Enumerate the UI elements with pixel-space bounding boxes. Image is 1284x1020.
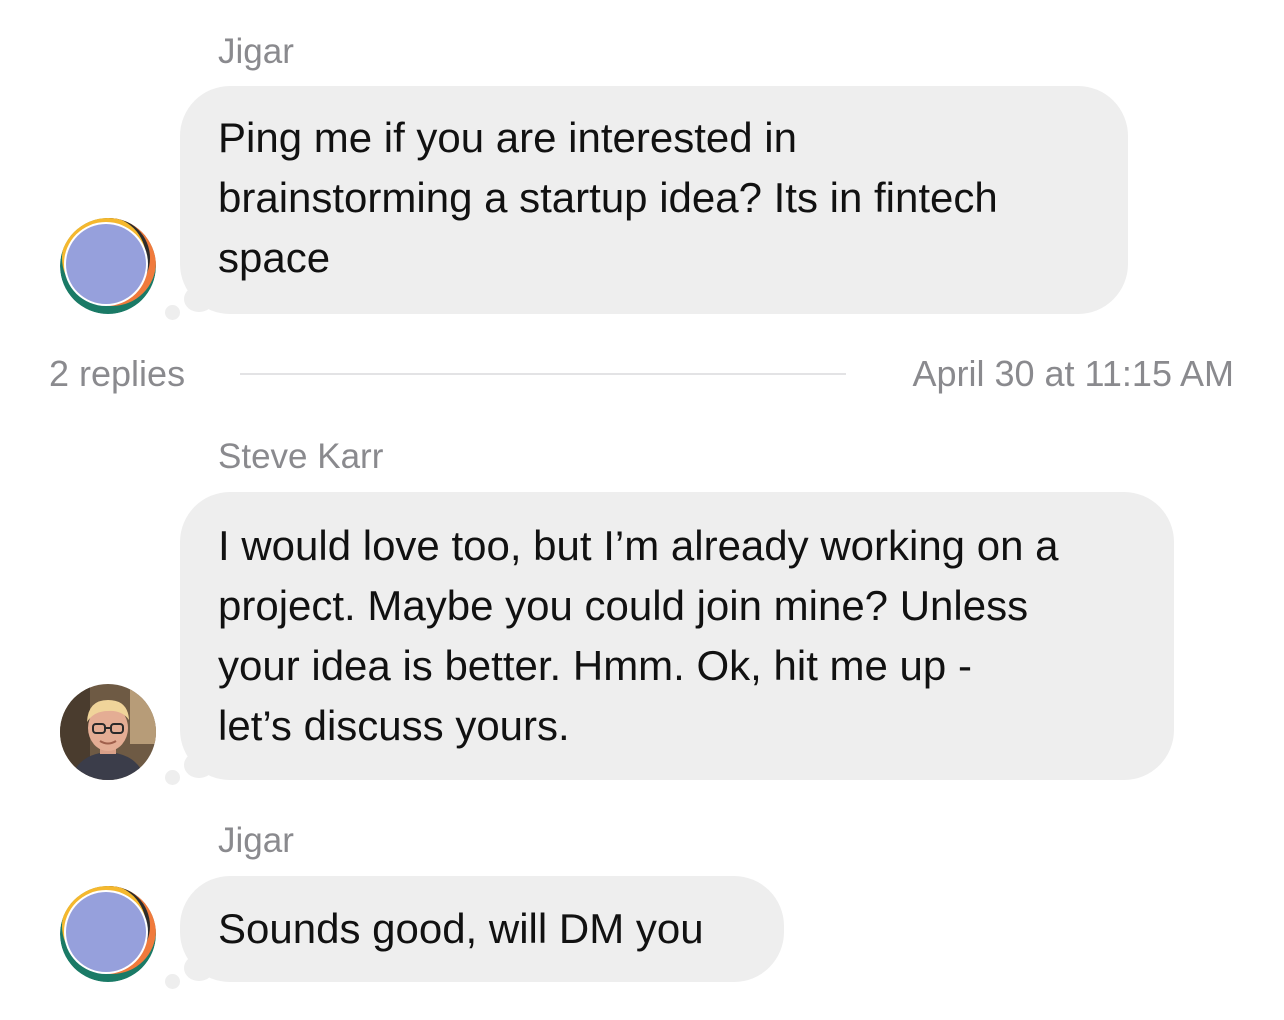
avatar-steve-karr[interactable] (60, 684, 156, 780)
bubble-tail (184, 286, 214, 312)
bubble-tail (184, 955, 214, 981)
bubble-tail-dot (165, 305, 180, 320)
abstract-color-avatar-icon (60, 886, 156, 982)
bubble-tail-dot (165, 770, 180, 785)
message-bubble[interactable]: Ping me if you are interested in brainst… (180, 86, 1128, 314)
replies-link[interactable]: 2 replies (49, 354, 185, 394)
bubble-tail (184, 752, 214, 778)
message-text: I would love too, but I’m already workin… (218, 522, 1059, 749)
abstract-color-avatar-icon (60, 218, 156, 314)
message-text: Ping me if you are interested in brainst… (218, 114, 998, 281)
avatar-jigar[interactable] (60, 886, 156, 982)
message-text: Sounds good, will DM you (218, 905, 704, 952)
divider (240, 373, 846, 375)
thread-bar: 2 replies April 30 at 11:15 AM (0, 340, 1284, 410)
profile-photo-avatar-icon (60, 684, 156, 780)
bubble-tail-dot (165, 974, 180, 989)
message-bubble[interactable]: Sounds good, will DM you (180, 876, 784, 982)
sender-name[interactable]: Jigar (218, 32, 294, 72)
message-bubble[interactable]: I would love too, but I’m already workin… (180, 492, 1174, 780)
timestamp: April 30 at 11:15 AM (912, 353, 1234, 394)
sender-name[interactable]: Steve Karr (218, 437, 383, 477)
avatar-jigar[interactable] (60, 218, 156, 314)
sender-name[interactable]: Jigar (218, 821, 294, 861)
